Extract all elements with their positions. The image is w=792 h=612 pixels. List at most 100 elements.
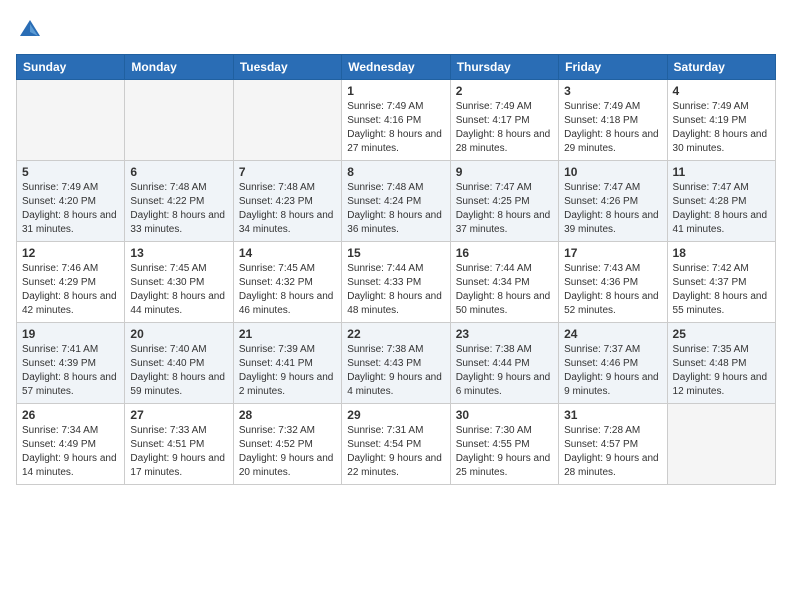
day-number: 15 [347, 246, 444, 260]
day-info: Sunrise: 7:38 AMSunset: 4:44 PMDaylight:… [456, 343, 553, 399]
day-number: 17 [564, 246, 661, 260]
calendar-week-row: 19 Sunrise: 7:41 AMSunset: 4:39 PMDayligh… [17, 323, 776, 404]
calendar-cell: 25 Sunrise: 7:35 AMSunset: 4:48 PMDayligh… [667, 323, 775, 404]
day-number: 8 [347, 165, 444, 179]
logo [16, 16, 48, 44]
calendar-cell: 18 Sunrise: 7:42 AMSunset: 4:37 PMDayligh… [667, 242, 775, 323]
day-number: 7 [239, 165, 336, 179]
day-info: Sunrise: 7:44 AMSunset: 4:33 PMDaylight:… [347, 262, 444, 318]
day-number: 14 [239, 246, 336, 260]
calendar-cell: 3 Sunrise: 7:49 AMSunset: 4:18 PMDaylight… [559, 80, 667, 161]
day-number: 9 [456, 165, 553, 179]
calendar-cell: 1 Sunrise: 7:49 AMSunset: 4:16 PMDaylight… [342, 80, 450, 161]
calendar-cell: 6 Sunrise: 7:48 AMSunset: 4:22 PMDaylight… [125, 161, 233, 242]
day-number: 27 [130, 408, 227, 422]
calendar-cell: 26 Sunrise: 7:34 AMSunset: 4:49 PMDayligh… [17, 404, 125, 485]
calendar-cell: 17 Sunrise: 7:43 AMSunset: 4:36 PMDayligh… [559, 242, 667, 323]
day-info: Sunrise: 7:48 AMSunset: 4:23 PMDaylight:… [239, 181, 336, 237]
day-number: 25 [673, 327, 770, 341]
day-number: 11 [673, 165, 770, 179]
day-info: Sunrise: 7:49 AMSunset: 4:18 PMDaylight:… [564, 100, 661, 156]
calendar: SundayMondayTuesdayWednesdayThursdayFrid… [16, 54, 776, 485]
day-number: 21 [239, 327, 336, 341]
day-info: Sunrise: 7:40 AMSunset: 4:40 PMDaylight:… [130, 343, 227, 399]
day-number: 24 [564, 327, 661, 341]
day-info: Sunrise: 7:49 AMSunset: 4:19 PMDaylight:… [673, 100, 770, 156]
day-info: Sunrise: 7:42 AMSunset: 4:37 PMDaylight:… [673, 262, 770, 318]
day-number: 12 [22, 246, 119, 260]
calendar-cell [667, 404, 775, 485]
day-info: Sunrise: 7:35 AMSunset: 4:48 PMDaylight:… [673, 343, 770, 399]
day-number: 23 [456, 327, 553, 341]
calendar-cell: 23 Sunrise: 7:38 AMSunset: 4:44 PMDayligh… [450, 323, 558, 404]
day-info: Sunrise: 7:38 AMSunset: 4:43 PMDaylight:… [347, 343, 444, 399]
day-number: 22 [347, 327, 444, 341]
day-info: Sunrise: 7:43 AMSunset: 4:36 PMDaylight:… [564, 262, 661, 318]
page: SundayMondayTuesdayWednesdayThursdayFrid… [0, 0, 792, 612]
day-number: 28 [239, 408, 336, 422]
day-number: 6 [130, 165, 227, 179]
weekday-header-thursday: Thursday [450, 55, 558, 80]
calendar-cell: 16 Sunrise: 7:44 AMSunset: 4:34 PMDayligh… [450, 242, 558, 323]
calendar-week-row: 5 Sunrise: 7:49 AMSunset: 4:20 PMDaylight… [17, 161, 776, 242]
calendar-cell: 4Sunrise: 7:49 AMSunset: 4:19 PMDaylight… [667, 80, 775, 161]
day-info: Sunrise: 7:48 AMSunset: 4:22 PMDaylight:… [130, 181, 227, 237]
weekday-header-saturday: Saturday [667, 55, 775, 80]
day-info: Sunrise: 7:45 AMSunset: 4:30 PMDaylight:… [130, 262, 227, 318]
calendar-cell: 7 Sunrise: 7:48 AMSunset: 4:23 PMDaylight… [233, 161, 341, 242]
calendar-cell: 21 Sunrise: 7:39 AMSunset: 4:41 PMDayligh… [233, 323, 341, 404]
day-info: Sunrise: 7:34 AMSunset: 4:49 PMDaylight:… [22, 424, 119, 480]
day-info: Sunrise: 7:49 AMSunset: 4:17 PMDaylight:… [456, 100, 553, 156]
calendar-cell [17, 80, 125, 161]
weekday-header-tuesday: Tuesday [233, 55, 341, 80]
header [16, 16, 776, 44]
day-info: Sunrise: 7:37 AMSunset: 4:46 PMDaylight:… [564, 343, 661, 399]
calendar-cell: 2 Sunrise: 7:49 AMSunset: 4:17 PMDaylight… [450, 80, 558, 161]
day-info: Sunrise: 7:45 AMSunset: 4:32 PMDaylight:… [239, 262, 336, 318]
calendar-week-row: 1 Sunrise: 7:49 AMSunset: 4:16 PMDaylight… [17, 80, 776, 161]
day-info: Sunrise: 7:39 AMSunset: 4:41 PMDaylight:… [239, 343, 336, 399]
day-number: 26 [22, 408, 119, 422]
weekday-header-wednesday: Wednesday [342, 55, 450, 80]
day-number: 30 [456, 408, 553, 422]
day-number: 1 [347, 84, 444, 98]
day-number: 10 [564, 165, 661, 179]
calendar-cell: 24 Sunrise: 7:37 AMSunset: 4:46 PMDayligh… [559, 323, 667, 404]
calendar-cell: 15 Sunrise: 7:44 AMSunset: 4:33 PMDayligh… [342, 242, 450, 323]
day-number: 2 [456, 84, 553, 98]
calendar-cell [125, 80, 233, 161]
weekday-header-sunday: Sunday [17, 55, 125, 80]
calendar-week-row: 12Sunrise: 7:46 AMSunset: 4:29 PMDayligh… [17, 242, 776, 323]
calendar-cell: 5 Sunrise: 7:49 AMSunset: 4:20 PMDaylight… [17, 161, 125, 242]
calendar-cell: 12Sunrise: 7:46 AMSunset: 4:29 PMDayligh… [17, 242, 125, 323]
day-number: 5 [22, 165, 119, 179]
calendar-cell: 19 Sunrise: 7:41 AMSunset: 4:39 PMDayligh… [17, 323, 125, 404]
calendar-cell: 13Sunrise: 7:45 AMSunset: 4:30 PMDayligh… [125, 242, 233, 323]
day-info: Sunrise: 7:49 AMSunset: 4:20 PMDaylight:… [22, 181, 119, 237]
day-info: Sunrise: 7:49 AMSunset: 4:16 PMDaylight:… [347, 100, 444, 156]
weekday-header-friday: Friday [559, 55, 667, 80]
calendar-cell: 20 Sunrise: 7:40 AMSunset: 4:40 PMDayligh… [125, 323, 233, 404]
day-number: 19 [22, 327, 119, 341]
day-info: Sunrise: 7:44 AMSunset: 4:34 PMDaylight:… [456, 262, 553, 318]
day-info: Sunrise: 7:30 AMSunset: 4:55 PMDaylight:… [456, 424, 553, 480]
day-number: 3 [564, 84, 661, 98]
calendar-cell: 14 Sunrise: 7:45 AMSunset: 4:32 PMDayligh… [233, 242, 341, 323]
day-number: 20 [130, 327, 227, 341]
day-info: Sunrise: 7:28 AMSunset: 4:57 PMDaylight:… [564, 424, 661, 480]
weekday-header-row: SundayMondayTuesdayWednesdayThursdayFrid… [17, 55, 776, 80]
day-info: Sunrise: 7:32 AMSunset: 4:52 PMDaylight:… [239, 424, 336, 480]
day-number: 18 [673, 246, 770, 260]
day-info: Sunrise: 7:47 AMSunset: 4:26 PMDaylight:… [564, 181, 661, 237]
day-info: Sunrise: 7:48 AMSunset: 4:24 PMDaylight:… [347, 181, 444, 237]
calendar-cell: 28 Sunrise: 7:32 AMSunset: 4:52 PMDayligh… [233, 404, 341, 485]
day-number: 16 [456, 246, 553, 260]
day-info: Sunrise: 7:47 AMSunset: 4:28 PMDaylight:… [673, 181, 770, 237]
logo-icon [16, 16, 44, 44]
day-number: 29 [347, 408, 444, 422]
day-info: Sunrise: 7:41 AMSunset: 4:39 PMDaylight:… [22, 343, 119, 399]
calendar-cell: 11 Sunrise: 7:47 AMSunset: 4:28 PMDayligh… [667, 161, 775, 242]
day-info: Sunrise: 7:47 AMSunset: 4:25 PMDaylight:… [456, 181, 553, 237]
calendar-cell: 31Sunrise: 7:28 AMSunset: 4:57 PMDayligh… [559, 404, 667, 485]
calendar-cell: 22 Sunrise: 7:38 AMSunset: 4:43 PMDayligh… [342, 323, 450, 404]
